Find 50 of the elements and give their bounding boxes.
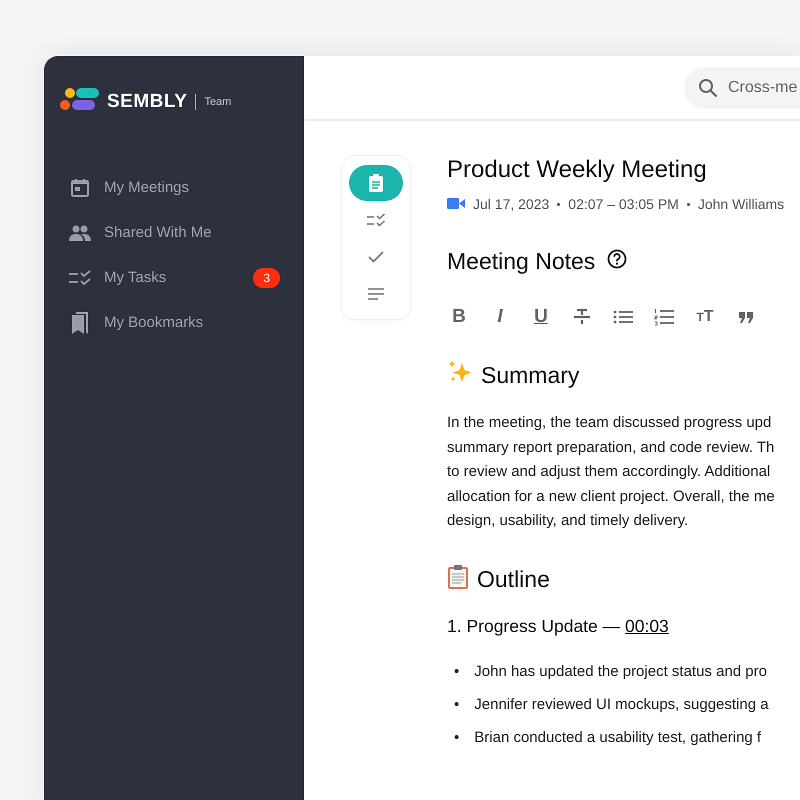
underline-button[interactable]: U <box>529 305 553 329</box>
sidebar-item[interactable]: Shared With Me <box>104 224 280 241</box>
outline-bullet: John has updated the project status and pro <box>474 662 767 682</box>
strikethrough-icon <box>572 308 592 326</box>
summary-text: In the meeting, the team discussed progress upd <box>447 413 772 433</box>
bookmarks-icon <box>69 310 91 334</box>
notes-heading: Meeting Notes <box>447 248 596 275</box>
brand-name: SEMBLY <box>107 90 188 112</box>
meeting-time: 02:07 – 03:05 PM <box>568 196 679 212</box>
summary-text: to review and adjust them accordingly. Additional <box>447 462 772 482</box>
check-icon <box>368 251 384 263</box>
video-camera-icon <box>447 198 465 209</box>
search-field[interactable]: Cross-me <box>728 78 800 96</box>
summary-text: design, usability, and timely delivery. <box>447 511 690 531</box>
host-name: John Williams <box>698 196 784 212</box>
outline-bullet: Brian conducted a usability test, gathering f <box>474 728 762 748</box>
logo-icon <box>59 86 101 112</box>
bold-button[interactable]: B <box>447 305 471 329</box>
italic-button[interactable]: I <box>488 305 512 329</box>
plan-label: Team <box>204 96 232 108</box>
calendar-icon <box>69 176 91 198</box>
sidebar-item[interactable]: My Meetings <box>104 179 280 196</box>
clipboard-icon <box>368 174 384 192</box>
summary-heading: Summary <box>481 362 580 388</box>
summary-text: allocation for a new client project. Overall, the me <box>447 486 776 506</box>
meeting-date: Jul 17, 2023 <box>473 196 550 212</box>
lines-icon <box>368 288 384 300</box>
bullet-marker: • <box>454 662 460 682</box>
numbered-list-icon <box>654 308 674 326</box>
quote-icon <box>738 311 754 323</box>
count-badge: 3 <box>253 268 280 288</box>
checklist-icon <box>366 213 386 227</box>
search-icon <box>698 78 718 98</box>
meeting-title: Product Weekly Meeting <box>447 156 708 184</box>
sidebar-item[interactable]: My Tasks <box>104 269 242 286</box>
section-tab[interactable] <box>349 165 403 201</box>
outline-heading: Outline <box>477 566 550 593</box>
bullet-marker: • <box>454 694 460 714</box>
clipboard-icon <box>447 564 469 590</box>
sidebar-item[interactable]: My Bookmarks <box>104 314 280 331</box>
timestamp-link[interactable]: 00:03 <box>625 616 669 636</box>
summary-text: summary report preparation, and code review. Th <box>447 438 776 458</box>
text-size-button[interactable]: TT <box>693 305 717 329</box>
people-icon <box>68 224 92 242</box>
outline-bullet: Jennifer reviewed UI mockups, suggesting a <box>474 694 769 714</box>
bullet-list-icon <box>613 310 633 324</box>
section-title: 1. Progress Update — <box>447 616 622 636</box>
help-icon[interactable] <box>607 249 628 269</box>
checklist-icon <box>68 270 92 286</box>
bullet-marker: • <box>454 728 460 748</box>
